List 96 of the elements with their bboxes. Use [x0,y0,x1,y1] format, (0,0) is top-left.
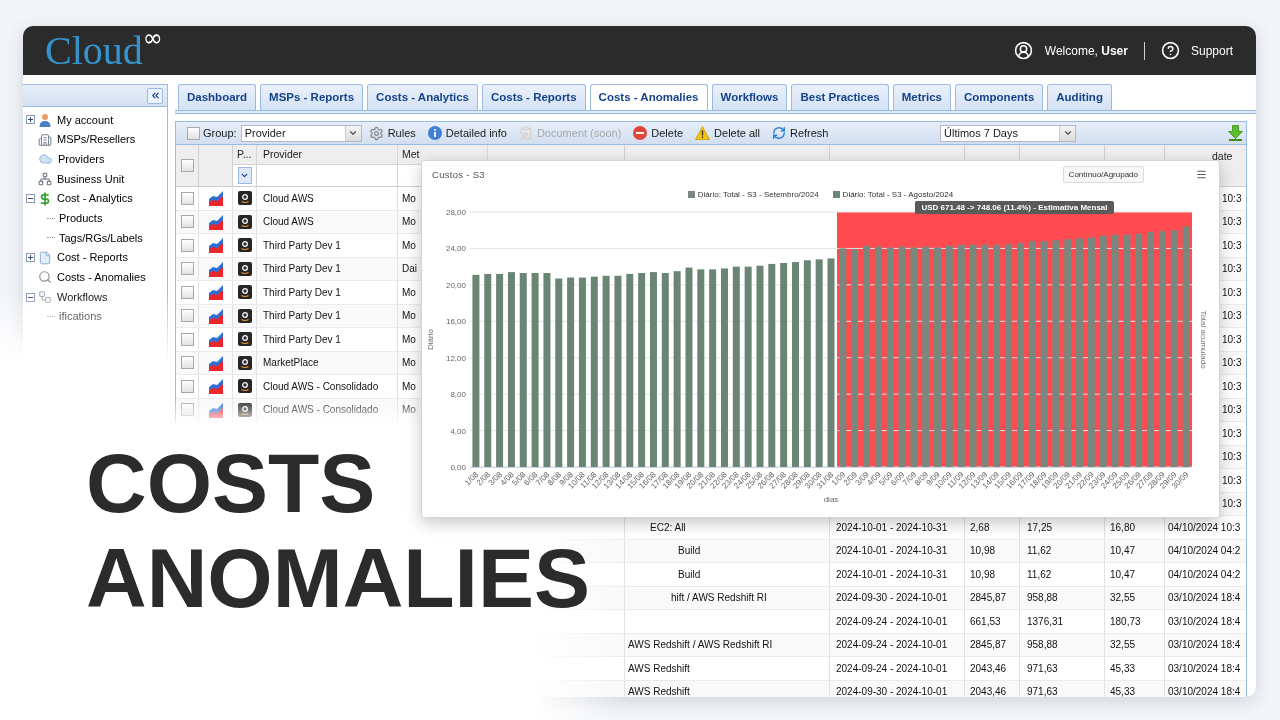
update-time: 03/10/2024 18:4 [1168,614,1241,629]
method-text: Mo [402,191,416,206]
service-name: hift / AWS Redshift RI [671,591,767,606]
provider-name: Third Party Dev 1 [263,238,341,253]
amount-value: 2845,87 [970,591,1007,606]
date-range: 2024-10-01 - 2024-10-31 [836,567,948,582]
y-axis-label: 28,00 [445,208,466,217]
method-text: Mo [402,379,416,394]
service-name: EC2: All [650,520,686,535]
update-time: 10:3 [1222,262,1242,277]
date-range: 2024-09-24 - 2024-10-01 [836,661,948,676]
y-axis-label: 0,00 [450,463,466,472]
update-time: 10:3 [1222,332,1242,347]
update-time: 03/10/2024 18:4 [1168,685,1241,697]
update-time: 10:3 [1222,285,1242,300]
estimate-tooltip: USD 671.48 -> 748.06 (11.4%) - Estimativa Mensal [915,201,1114,214]
amount-value: 10,47 [1110,544,1136,559]
date-range: 2024-09-30 - 2024-10-01 [836,685,948,697]
date-range: 2024-09-30 - 2024-10-01 [836,591,948,606]
amount-value: 32,55 [1110,638,1136,653]
service-name: AWS Redshift / AWS Redshift RI [628,638,773,653]
update-time: 10:3 [1222,215,1242,230]
update-time: 10:3 [1222,356,1242,371]
amount-value: 32,55 [1110,591,1136,606]
amount-value: 10,47 [1110,567,1136,582]
amount-value: 180,73 [1110,614,1141,629]
amount-value: 2,68 [970,520,990,535]
method-text: Dai [402,262,417,277]
date-range: 2024-10-01 - 2024-10-31 [836,520,948,535]
update-time: 04/10/2024 04:2 [1168,567,1241,582]
update-time: 10:3 [1222,403,1242,418]
x-axis-title: dias [823,495,839,504]
provider-name: Third Party Dev 1 [263,262,341,277]
update-time: 03/10/2024 18:4 [1168,591,1241,606]
amount-value: 661,53 [970,614,1001,629]
amount-value: 1376,31 [1027,614,1064,629]
date-range: 2024-10-01 - 2024-10-31 [836,544,948,559]
amount-value: 2845,87 [970,638,1007,653]
method-text: Mo [402,356,416,371]
amount-value: 45,33 [1110,685,1136,697]
group-label: Group: [203,125,237,141]
amount-value: 971,63 [1027,685,1058,697]
provider-name: Cloud AWS [263,215,314,230]
update-time: 10:3 [1222,497,1242,512]
update-time: 03/10/2024 18:4 [1168,661,1241,676]
method-text: Mo [402,285,416,300]
provider-name: MarketPlace [263,356,319,371]
update-time: 10:3 [1222,473,1242,488]
amount-value: 17,25 [1027,520,1053,535]
y-axis-label: 4,00 [450,426,466,436]
amount-value: 45,33 [1110,661,1136,676]
provider-name: Third Party Dev 1 [263,332,341,347]
update-time: 03/10/2024 18:4 [1168,638,1241,653]
service-name: AWS Redshift [628,661,690,676]
amount-value: 10,98 [970,544,996,559]
date-range: 2024-09-24 - 2024-10-01 [836,638,948,653]
amount-value: 10,98 [970,567,996,582]
date-range: 2024-09-24 - 2024-10-01 [836,614,948,629]
welcome-text: Welcome, User [1044,42,1128,60]
method-text: Mo [402,215,416,230]
update-time: 10:3 [1222,426,1242,441]
method-text: Mo [402,332,416,347]
chart-title: Custos - S3 [432,168,485,182]
y-axis-title: Diário [426,329,435,350]
update-time: 10:3 [1222,379,1242,394]
service-name: AWS Redshift [628,685,690,697]
amount-value: 11,62 [1027,544,1052,559]
amount-value: 2043,46 [970,661,1007,676]
provider-name: Third Party Dev 1 [263,309,341,324]
update-time: 04/10/2024 04:2 [1168,544,1241,559]
amount-value: 11,62 [1027,567,1052,582]
amount-value: 16,80 [1110,520,1136,535]
provider-name: Third Party Dev 1 [263,285,341,300]
provider-name: Cloud AWS - Consolidado [263,379,379,394]
update-time: 04/10/2024 10:3 [1168,520,1241,535]
service-name: Build [678,567,701,582]
method-text: Mo [402,403,416,418]
y-axis-label: 12,00 [445,353,466,363]
method-text: Mo [402,309,416,324]
amount-value: 971,63 [1027,661,1058,676]
amount-value: 958,88 [1027,591,1058,606]
provider-name: Cloud AWS [263,191,314,206]
y-axis-label: 24,00 [445,244,466,254]
update-time: 10:3 [1222,450,1242,465]
amount-value: 2043,46 [970,685,1007,697]
service-name: Build [678,544,701,559]
y-axis-title: Total acumulado [1199,310,1208,369]
provider-name: Cloud AWS - Consolidado [263,403,379,418]
update-time: 10:3 [1222,191,1242,206]
y-axis-label: 20,00 [445,280,466,290]
update-time: 10:3 [1222,309,1242,324]
y-axis-label: 8,00 [450,390,466,400]
method-text: Mo [402,238,416,253]
update-time: 10:3 [1222,238,1242,253]
y-axis-label: 16,00 [445,317,466,327]
amount-value: 958,88 [1027,638,1058,653]
